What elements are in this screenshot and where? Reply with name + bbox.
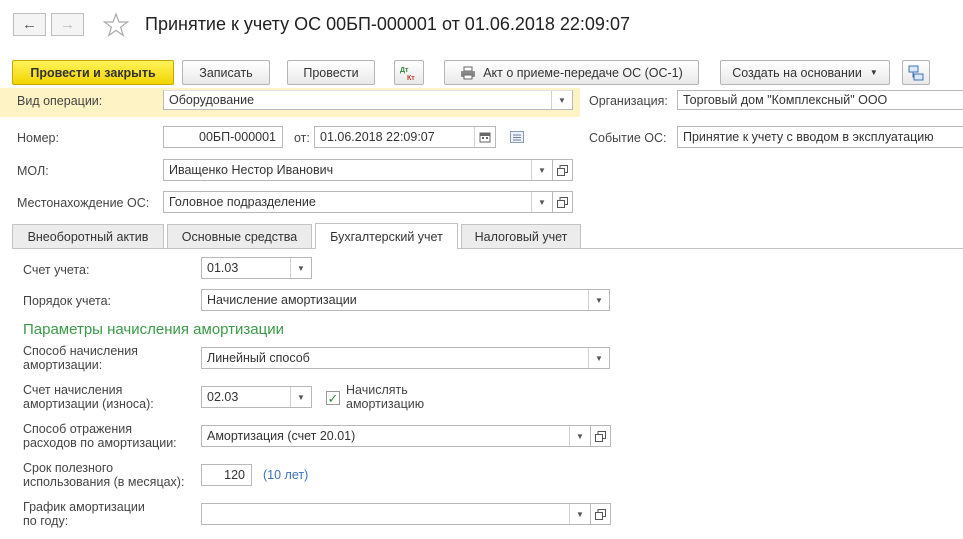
- number-label: Номер:: [17, 131, 59, 145]
- order-select[interactable]: Начисление амортизации ▼: [201, 289, 610, 311]
- forward-button[interactable]: →: [51, 13, 84, 36]
- order-value: Начисление амортизации: [207, 293, 357, 307]
- chevron-down-icon[interactable]: ▼: [531, 160, 552, 180]
- chevron-down-icon[interactable]: ▼: [290, 387, 311, 407]
- page-title: Принятие к учету ОС 00БП-000001 от 01.06…: [145, 14, 630, 34]
- method-select[interactable]: Линейный способ ▼: [201, 347, 610, 369]
- open-mol-button[interactable]: [553, 159, 573, 181]
- operation-label: Вид операции:: [17, 94, 103, 108]
- create-based-on-button[interactable]: Создать на основании ▼: [720, 60, 890, 85]
- open-window-icon: [595, 430, 606, 442]
- location-value: Головное подразделение: [169, 195, 316, 209]
- open-location-button[interactable]: [553, 191, 573, 213]
- tab-accounting[interactable]: Бухгалтерский учет: [315, 223, 458, 249]
- schedule-select[interactable]: ▼: [201, 503, 591, 525]
- open-window-icon: [557, 164, 568, 176]
- structure-button[interactable]: [902, 60, 930, 85]
- order-label: Порядок учета:: [23, 294, 112, 308]
- create-based-on-label: Создать на основании: [732, 65, 862, 80]
- schedule-label: График амортизации по году:: [23, 500, 145, 528]
- dt-kt-icon: Дт Кт: [400, 67, 415, 82]
- reflect-value: Амортизация (счет 20.01): [207, 429, 356, 443]
- print-act-label: Акт о приеме-передаче ОС (ОС-1): [483, 65, 683, 80]
- event-field[interactable]: Принятие к учету с вводом в эксплуатацию: [677, 126, 963, 148]
- date-field[interactable]: 01.06.2018 22:09:07: [314, 126, 496, 148]
- chevron-down-icon[interactable]: ▼: [290, 258, 311, 278]
- chevron-down-icon[interactable]: ▼: [551, 91, 572, 109]
- open-window-icon: [595, 508, 606, 520]
- method-value: Линейный способ: [207, 351, 310, 365]
- structure-icon: [908, 65, 924, 80]
- operation-select[interactable]: Оборудование ▼: [163, 90, 573, 110]
- depr-account-select[interactable]: 02.03 ▼: [201, 386, 312, 408]
- date-value: 01.06.2018 22:09:07: [320, 130, 435, 144]
- open-window-icon: [557, 196, 568, 208]
- account-value: 01.03: [207, 261, 239, 275]
- open-reflect-button[interactable]: [591, 425, 611, 447]
- tab-fixed-assets[interactable]: Основные средства: [167, 224, 312, 248]
- printer-icon: [461, 66, 476, 79]
- charge-depreciation-label[interactable]: Начислять амортизацию: [346, 383, 424, 411]
- account-select[interactable]: 01.03 ▼: [201, 257, 312, 279]
- open-schedule-button[interactable]: [591, 503, 611, 525]
- svg-text:Дт: Дт: [400, 67, 409, 74]
- chevron-down-icon: ▼: [869, 68, 878, 77]
- mol-label: МОЛ:: [17, 164, 49, 178]
- chevron-down-icon[interactable]: ▼: [588, 348, 609, 368]
- post-button[interactable]: Провести: [287, 60, 375, 85]
- depr-account-value: 02.03: [207, 390, 239, 404]
- useful-life-years: (10 лет): [263, 468, 309, 482]
- mol-select[interactable]: Иващенко Нестор Иванович ▼: [163, 159, 553, 181]
- favorite-star-icon[interactable]: [102, 12, 130, 38]
- method-label: Способ начисления амортизации:: [23, 344, 138, 372]
- operation-value: Оборудование: [169, 93, 255, 107]
- number-value: 00БП-000001: [199, 130, 276, 144]
- dt-kt-button[interactable]: Дт Кт: [394, 60, 424, 85]
- useful-life-value: 120: [224, 468, 245, 482]
- date-from-label: от:: [294, 131, 310, 145]
- organization-value: Торговый дом "Комплексный" ООО: [683, 93, 888, 107]
- comment-lines-icon[interactable]: [510, 131, 524, 146]
- reflect-label: Способ отражения расходов по амортизации:: [23, 422, 177, 450]
- chevron-down-icon[interactable]: ▼: [588, 290, 609, 310]
- number-field[interactable]: 00БП-000001: [163, 126, 283, 148]
- mol-value: Иващенко Нестор Иванович: [169, 163, 334, 177]
- account-label: Счет учета:: [23, 263, 90, 277]
- print-act-os1-button[interactable]: Акт о приеме-передаче ОС (ОС-1): [444, 60, 699, 85]
- chevron-down-icon[interactable]: ▼: [569, 426, 590, 446]
- calendar-icon[interactable]: [474, 127, 495, 147]
- chevron-down-icon[interactable]: ▼: [531, 192, 552, 212]
- charge-depreciation-checkbox[interactable]: ✓: [326, 391, 340, 405]
- tab-noncurrent-asset[interactable]: Внеоборотный актив: [12, 224, 164, 248]
- event-label: Событие ОС:: [589, 131, 667, 145]
- useful-life-label: Срок полезного использования (в месяцах):: [23, 461, 185, 489]
- reflect-select[interactable]: Амортизация (счет 20.01) ▼: [201, 425, 591, 447]
- depr-account-label: Счет начисления амортизации (износа):: [23, 383, 154, 411]
- useful-life-input[interactable]: 120: [201, 464, 252, 486]
- arrow-left-icon: ←: [22, 16, 37, 33]
- location-label: Местонахождение ОС:: [17, 196, 150, 210]
- save-button[interactable]: Записать: [182, 60, 270, 85]
- back-button[interactable]: ←: [13, 13, 46, 36]
- post-and-close-button[interactable]: Провести и закрыть: [12, 60, 174, 85]
- depreciation-section-title: Параметры начисления амортизации: [23, 321, 284, 338]
- event-value: Принятие к учету с вводом в эксплуатацию: [683, 130, 934, 144]
- arrow-right-icon: →: [60, 16, 75, 33]
- chevron-down-icon[interactable]: ▼: [569, 504, 590, 524]
- organization-field[interactable]: Торговый дом "Комплексный" ООО: [677, 90, 963, 110]
- tab-tax-accounting[interactable]: Налоговый учет: [461, 224, 581, 248]
- svg-text:Кт: Кт: [407, 75, 415, 82]
- tabs-baseline: [12, 248, 963, 249]
- organization-label: Организация:: [589, 94, 668, 108]
- location-select[interactable]: Головное подразделение ▼: [163, 191, 553, 213]
- checkmark-icon: ✓: [327, 390, 339, 406]
